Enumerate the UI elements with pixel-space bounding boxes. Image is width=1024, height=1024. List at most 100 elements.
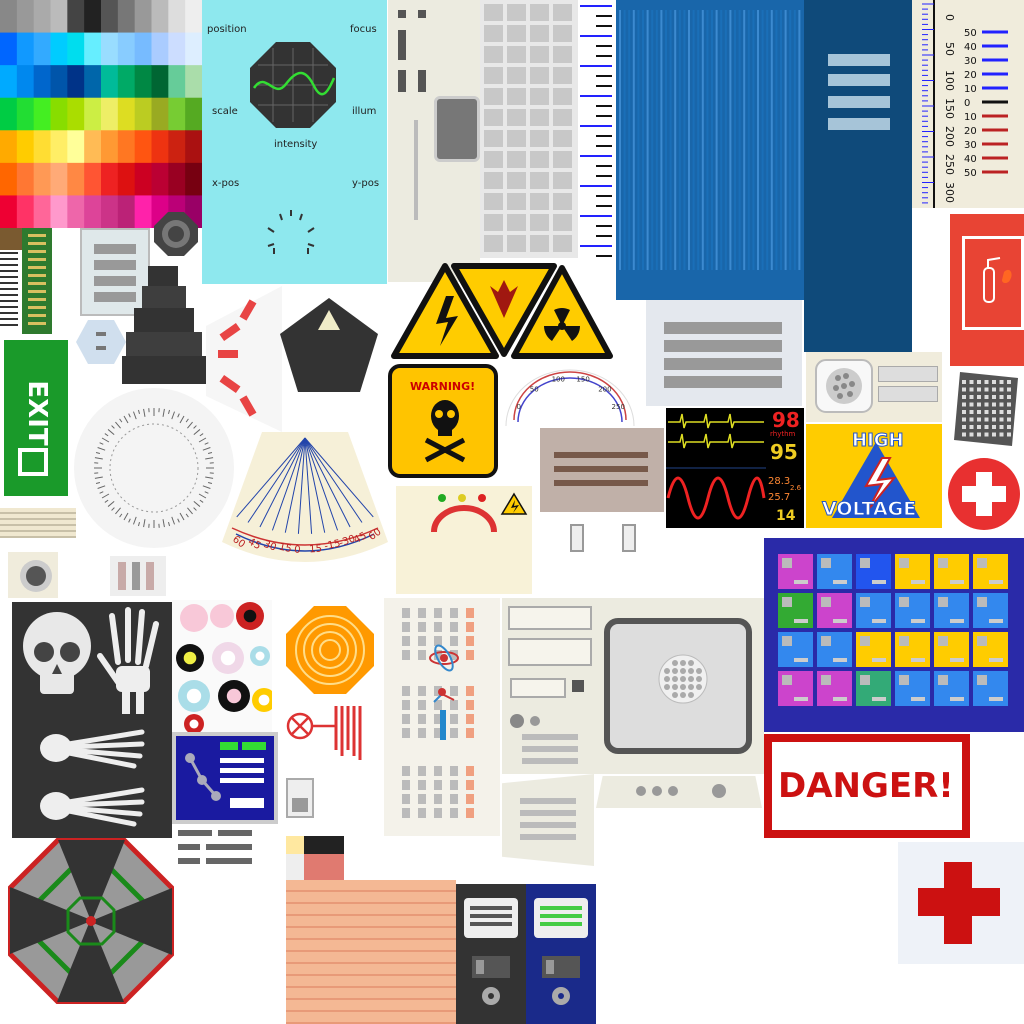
- perforated-plate: [954, 372, 1018, 446]
- brown-vent-plate: [540, 428, 664, 512]
- vruler-side-label: 50: [964, 168, 977, 179]
- hex-plug-icon: [76, 320, 126, 364]
- small-slot-left: [570, 524, 584, 552]
- speaker-panel: [806, 352, 942, 422]
- arc-gauge-tick-label: 50: [530, 385, 539, 393]
- foot-xray-icon-1: [40, 729, 145, 769]
- arc-gauge: 0 50 100 150 200 250: [500, 360, 640, 430]
- scope-label-y-pos: y-pos: [352, 178, 380, 189]
- scope-label-focus: focus: [350, 24, 377, 35]
- beige-ribbon-strip: [0, 508, 76, 538]
- warning-skull-sign: WARNING!: [388, 364, 498, 478]
- pentagon-eject-icon: [280, 298, 378, 392]
- monitor-temp-2: 25.7: [768, 492, 791, 503]
- small-grey-box: [286, 778, 314, 818]
- foot-xray-icon-2: [40, 787, 145, 827]
- small-slot-right: [622, 524, 636, 552]
- octagon-knob-icon: [154, 212, 198, 256]
- skull-crossbones-icon: [424, 400, 466, 463]
- scope-label-intensity: intensity: [274, 139, 318, 150]
- vruler-side-label: 40: [964, 154, 977, 165]
- scope-screen-icon: [250, 42, 336, 128]
- blue-striped-panel: [616, 0, 804, 300]
- warning-label: WARNING!: [410, 380, 476, 393]
- keypad-grid: [480, 0, 578, 258]
- arc-gauge-tick-label: 0: [516, 403, 520, 411]
- console-base: [596, 776, 762, 808]
- scope-label-illum: illum: [352, 106, 377, 117]
- floppy-disks: [456, 884, 596, 1024]
- meter-panel: [396, 486, 532, 594]
- vertical-scale-ruler: 0 50 100 150 200 250 300 50 40 30 20 10 0 10 20 30 40 50: [912, 0, 1024, 208]
- blue-circuit-screen: [172, 732, 278, 824]
- arc-gauge-tick-label: 250: [612, 403, 625, 411]
- vruler-side-label: 40: [964, 42, 977, 53]
- xray-panel: [12, 602, 172, 838]
- skull-xray-icon: [23, 612, 91, 694]
- exit-label: EXIT: [22, 380, 52, 446]
- monitor-heart-rate: 98: [772, 408, 800, 432]
- scope-label-position: position: [207, 24, 247, 35]
- scope-label-x-pos: x-pos: [212, 178, 240, 189]
- vruler-tick-label: 100: [943, 70, 956, 91]
- radiation-sign: [511, 265, 613, 359]
- vent-flap: [502, 774, 594, 866]
- vruler-side-label: 30: [964, 140, 977, 151]
- colored-circles-panel: [172, 600, 272, 734]
- valve-coil-icon: [286, 706, 362, 760]
- fan-gauge-tick-label: 0: [294, 545, 301, 556]
- patient-monitor: 98 rhythm 95 28.3 25.7 2.6 14: [666, 408, 804, 528]
- hand-xray-icon: [97, 607, 159, 714]
- high-voltage-sign: HIGH VOLTAGE: [806, 424, 942, 528]
- vruler-tick-label: 150: [943, 98, 956, 119]
- pencil-tip: [286, 836, 344, 880]
- ecg-wave: [666, 413, 766, 520]
- round-socket-icon: [8, 552, 58, 598]
- scope-label-scale: scale: [212, 106, 238, 117]
- compass-dial: [72, 386, 236, 550]
- monitor-temp-1: 28.3: [768, 476, 791, 487]
- arc-gauge-tick-label: 150: [576, 375, 589, 383]
- lab-wall-panel: [384, 598, 500, 836]
- grey-vent-grille: [646, 300, 802, 406]
- grille-icon: [658, 654, 708, 704]
- monitor-delta: 2.6: [790, 484, 802, 492]
- fan-gauge: 60 45 30 15 0 15 -15 -30 45 60: [222, 432, 388, 572]
- computer-cabinet: [502, 598, 598, 774]
- vruler-side-label: 50: [964, 28, 977, 39]
- node-graph-icon: [185, 753, 221, 801]
- scope-knob-dial-icon: [267, 210, 315, 254]
- danger-sign: DANGER!: [764, 734, 970, 838]
- exit-sign: EXIT: [4, 340, 68, 496]
- vruler-tick-label: 300: [943, 182, 956, 203]
- fire-extinguisher-sign: [950, 214, 1024, 366]
- high-voltage-line1: HIGH: [852, 430, 905, 452]
- grey-bars-label: [178, 830, 252, 868]
- red-cross-sign: [898, 842, 1024, 964]
- stairs-icon: [122, 266, 206, 384]
- vruler-side-label: 20: [964, 126, 977, 137]
- danger-label: DANGER!: [778, 766, 954, 806]
- blue-tick-ruler: [578, 0, 614, 258]
- vruler-tick-label: 0: [943, 14, 956, 21]
- octagon-web-icon: [8, 838, 174, 1004]
- meter-arc-icon: [431, 492, 528, 533]
- circuit-strip: [0, 228, 52, 334]
- orange-target-icon: [286, 606, 374, 694]
- first-aid-round-icon: [948, 458, 1020, 530]
- vruler-side-label: 0: [964, 98, 970, 109]
- vruler-side-label: 10: [964, 112, 977, 123]
- monitor-rhythm-label: rhythm: [770, 430, 796, 438]
- vruler-tick-label: 200: [943, 126, 956, 147]
- vruler-tick-label: 250: [943, 154, 956, 175]
- monitor-spo2: 95: [770, 440, 798, 464]
- color-palette-grid: [0, 0, 202, 228]
- dark-blue-vent-panel: [804, 0, 912, 352]
- speaker-icon: [815, 359, 873, 413]
- fire-extinguisher-icon: [983, 257, 1012, 303]
- speaker-console: [598, 598, 764, 774]
- arc-gauge-tick-label: 100: [552, 375, 565, 383]
- monitor-resp-rate: 14: [776, 508, 796, 524]
- vruler-side-label: 10: [964, 84, 977, 95]
- vruler-side-label: 20: [964, 70, 977, 81]
